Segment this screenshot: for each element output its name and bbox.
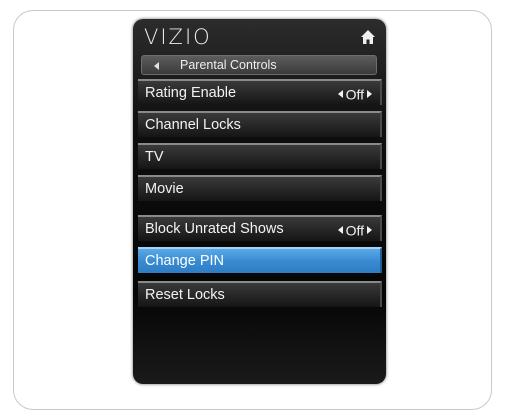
menu-item-movie[interactable]: Movie (138, 175, 382, 201)
setting-value: Off (345, 222, 364, 239)
page-title: Parental Controls (180, 58, 277, 72)
menu-item-label: TV (145, 149, 164, 165)
setting-value: Off (345, 86, 364, 103)
left-arrow-icon[interactable] (337, 226, 343, 235)
menu-item-label: Channel Locks (145, 117, 241, 133)
menu-header: VIZIO (133, 19, 386, 53)
right-arrow-icon[interactable] (367, 90, 372, 99)
left-arrow-icon[interactable] (154, 62, 159, 70)
tv-menu-panel: VIZIO Parental Controls Rating Enable Of… (133, 19, 386, 384)
menu-item-tv[interactable]: TV (138, 143, 382, 169)
menu-item-change-pin[interactable]: Change PIN (138, 247, 382, 273)
left-arrow-icon[interactable] (337, 90, 343, 99)
menu-item-label: Movie (145, 181, 184, 197)
vizio-logo: VIZIO (144, 25, 212, 49)
menu-item-label: Change PIN (145, 253, 224, 269)
menu-item-reset-locks[interactable]: Reset Locks (138, 281, 382, 307)
menu-item-label: Reset Locks (145, 287, 225, 303)
menu-item-label: Rating Enable (145, 85, 237, 101)
menu-item-rating-enable[interactable]: Rating Enable Off (138, 79, 382, 105)
breadcrumb-bar[interactable]: Parental Controls (141, 55, 377, 75)
menu-item-label: Block Unrated Shows (145, 221, 284, 237)
home-icon[interactable] (360, 29, 376, 45)
menu-item-channel-locks[interactable]: Channel Locks (138, 111, 382, 137)
right-arrow-icon[interactable] (367, 226, 372, 235)
block-unrated-selector[interactable]: Off (337, 219, 372, 240)
rating-enable-selector[interactable]: Off (337, 83, 372, 104)
menu-item-block-unrated-shows[interactable]: Block Unrated Shows Off (138, 215, 382, 241)
